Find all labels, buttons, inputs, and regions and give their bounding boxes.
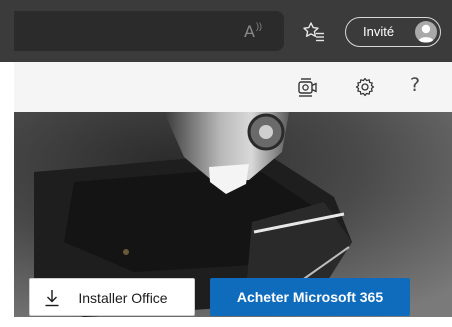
avatar-icon [415,21,437,43]
profile-label: Invité [363,24,395,39]
install-office-button[interactable]: Installer Office [29,278,195,316]
profile-button[interactable]: Invité [345,17,441,47]
favorites-icon[interactable] [302,20,326,44]
help-icon[interactable]: ? [410,74,420,96]
buy-microsoft-365-label: Acheter Microsoft 365 [236,289,384,305]
meeting-icon[interactable] [296,76,318,98]
settings-gear-icon[interactable] [354,76,376,98]
download-icon [45,290,59,307]
read-aloud-icon[interactable]: A)) [244,21,266,43]
install-office-label: Installer Office [78,290,168,306]
browser-chrome: A)) Invité [0,0,452,62]
app-toolbar: ? [14,62,452,112]
buy-microsoft-365-button[interactable]: Acheter Microsoft 365 [210,278,410,316]
hero-banner: Installer Office Acheter Microsoft 365 [14,112,452,317]
